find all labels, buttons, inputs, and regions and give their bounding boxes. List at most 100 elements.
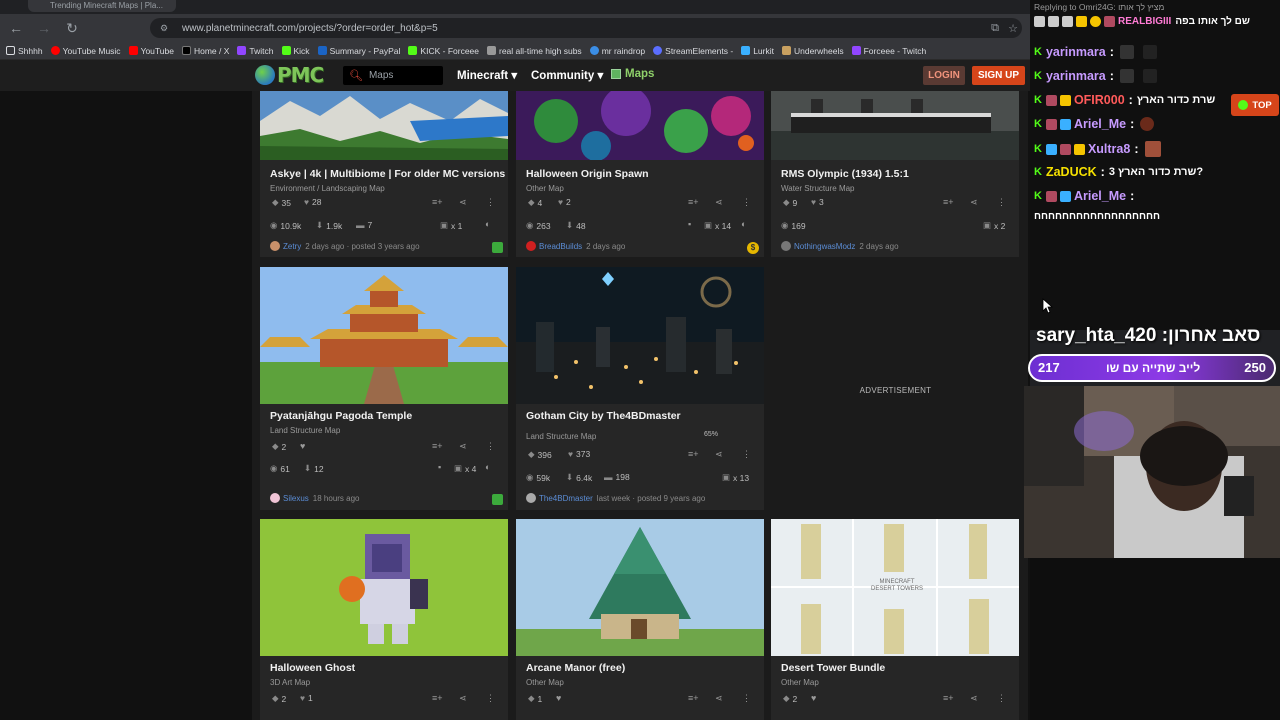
map-card[interactable]: MINECRAFT DESERT TOWERS Desert Tower Bun… [771,519,1019,720]
save-icon[interactable]: ▪ [438,462,441,472]
forward-icon[interactable]: → [32,16,56,40]
bookmark-item[interactable]: Lurkit [741,46,774,56]
more-options-icon[interactable]: ⋮ [486,197,495,208]
card-title[interactable]: Desert Tower Bundle [781,662,885,674]
map-card[interactable]: Halloween Origin Spawn Other Map ◆ 4 ♥ 2 ≡… [516,91,764,257]
heart-icon[interactable]: ♥ [556,693,561,703]
heart-icon[interactable]: ♥ [300,441,305,451]
card-author[interactable]: Silexus 18 hours ago [270,493,360,503]
nav-minecraft[interactable]: Minecraft ▾ [457,68,517,82]
chat-username[interactable]: Xultra8 [1088,142,1130,156]
bookmark-item[interactable]: mr raindrop [589,46,645,56]
map-card[interactable]: Gotham City by The4BDmaster Land Structu… [516,267,764,510]
reload-icon[interactable]: ↻ [60,16,84,40]
chat-username[interactable]: OFIR000 [1074,93,1125,107]
bookmark-item[interactable]: YouTube Music [50,46,121,56]
diamond-count[interactable]: ◆ 2 [272,693,286,704]
card-title[interactable]: Askye | 4k | Multibiome | For older MC v… [270,168,505,180]
more-options-icon[interactable]: ⋮ [742,197,751,208]
url-field[interactable]: ⚙ www.planetminecraft.com/projects/?orde… [150,18,1022,38]
bookmark-item[interactable]: Kick [281,46,310,56]
share-icon[interactable]: ⋖ [970,197,978,208]
share-icon[interactable]: ⋖ [715,693,723,704]
back-icon[interactable]: ← [4,16,28,40]
diamond-count[interactable]: ◆ 396 [528,449,552,460]
share-icon[interactable]: ⋖ [459,441,467,452]
add-to-collection-icon[interactable]: ≡+ [432,693,443,703]
search-input[interactable]: 🔍︎ Maps [343,66,443,85]
bookmark-item[interactable]: StreamElements - [653,46,733,56]
bookmark-item[interactable]: Underwheels [781,46,844,56]
card-thumbnail[interactable] [260,91,508,160]
diamond-count[interactable]: ◆ 1 [528,693,542,704]
chat-username[interactable]: REALBIGIII [1118,16,1171,27]
more-options-icon[interactable]: ⋮ [486,693,495,704]
heart-count[interactable]: ♥ 28 [304,197,322,207]
signup-button[interactable]: SIGN UP [972,66,1025,85]
chat-username[interactable]: Ariel_Me [1074,117,1126,131]
nav-community[interactable]: Community ▾ [531,68,603,82]
bookmark-item[interactable]: Summary - PayPal [317,46,400,56]
map-card[interactable]: RMS Olympic (1934) 1.5:1 Water Structure… [771,91,1019,257]
heart-count[interactable]: ♥ 2 [558,197,571,207]
share-icon[interactable]: ⋖ [715,197,723,208]
heart-count[interactable]: ♥ 3 [811,197,824,207]
browser-tab[interactable]: Trending Minecraft Maps | Pla... [28,0,176,12]
card-title[interactable]: Gotham City by The4BDmaster [526,410,681,422]
card-title[interactable]: Arcane Manor (free) [526,662,625,674]
card-thumbnail[interactable] [771,91,1019,160]
share-icon[interactable]: ⋖ [970,693,978,704]
diamond-count[interactable]: ◆ 2 [783,693,797,704]
add-to-collection-icon[interactable]: ≡+ [688,449,699,459]
card-thumbnail[interactable] [516,91,764,160]
map-card[interactable]: Pyatanjāhgu Pagoda Temple Land Structure… [260,267,508,510]
card-thumbnail[interactable] [260,267,508,404]
heart-count[interactable]: ♥ 1 [300,693,313,703]
heart-icon[interactable]: ♥ [811,693,816,703]
diamond-count[interactable]: ◆ 4 [528,197,542,208]
bookmark-item[interactable]: Home / X [181,46,229,56]
diamond-count[interactable]: ◆ 35 [272,197,291,208]
map-card[interactable]: Askye | 4k | Multibiome | For older MC v… [260,91,508,257]
advertisement-slot[interactable]: ADVERTISEMENT [771,265,1020,515]
more-options-icon[interactable]: ⋮ [997,693,1006,704]
add-to-collection-icon[interactable]: ≡+ [688,197,699,207]
scroll-top-button[interactable]: TOP [1231,94,1279,116]
chat-username[interactable]: yarinmara [1046,69,1106,83]
comment-count[interactable]: ▬ 198 [604,472,630,482]
save-icon[interactable]: ▪ [688,219,691,229]
share-icon[interactable]: ⋖ [459,197,467,208]
more-options-icon[interactable]: ⋮ [997,197,1006,208]
card-title[interactable]: Halloween Ghost [270,662,355,674]
add-to-collection-icon[interactable]: ≡+ [943,693,954,703]
more-options-icon[interactable]: ⋮ [486,441,495,452]
add-to-collection-icon[interactable]: ≡+ [943,197,954,207]
site-info-icon[interactable]: ⚙ [160,23,174,34]
map-card[interactable]: Arcane Manor (free) Other Map ◆ 1 ♥ ≡+ ⋖ … [516,519,764,720]
diamond-count[interactable]: ◆ 9 [783,197,797,208]
card-author[interactable]: NothingwasModz 2 days ago [781,241,899,251]
bookmark-item[interactable]: Twitch [237,46,274,56]
pmc-logo[interactable]: PMC [255,63,324,87]
card-thumbnail[interactable] [516,519,764,656]
card-thumbnail[interactable]: MINECRAFT DESERT TOWERS [771,519,1019,656]
card-thumbnail[interactable] [516,267,764,404]
chat-username[interactable]: yarinmara [1046,45,1106,59]
card-title[interactable]: RMS Olympic (1934) 1.5:1 [781,168,909,180]
add-to-collection-icon[interactable]: ≡+ [432,441,443,451]
nav-maps[interactable]: Maps [611,68,654,80]
card-author[interactable]: The4BDmaster last week · posted 9 years a… [526,493,705,503]
add-to-collection-icon[interactable]: ≡+ [688,693,699,703]
more-options-icon[interactable]: ⋮ [742,449,751,460]
card-title[interactable]: Halloween Origin Spawn [526,168,649,180]
share-icon[interactable]: ⋖ [459,693,467,704]
heart-count[interactable]: ♥ 373 [568,449,590,459]
install-app-icon[interactable]: ⧉ [986,22,1004,35]
bookmark-item[interactable]: KICK - Forceee [408,46,479,56]
share-icon[interactable]: ⋖ [715,449,723,460]
chat-username[interactable]: Ariel_Me [1074,189,1126,203]
add-to-collection-icon[interactable]: ≡+ [432,197,443,207]
bookmark-item[interactable]: real all-time high subs [487,46,582,56]
card-title[interactable]: Pyatanjāhgu Pagoda Temple [270,410,412,422]
comment-count[interactable]: ▬ 7 [356,220,372,230]
